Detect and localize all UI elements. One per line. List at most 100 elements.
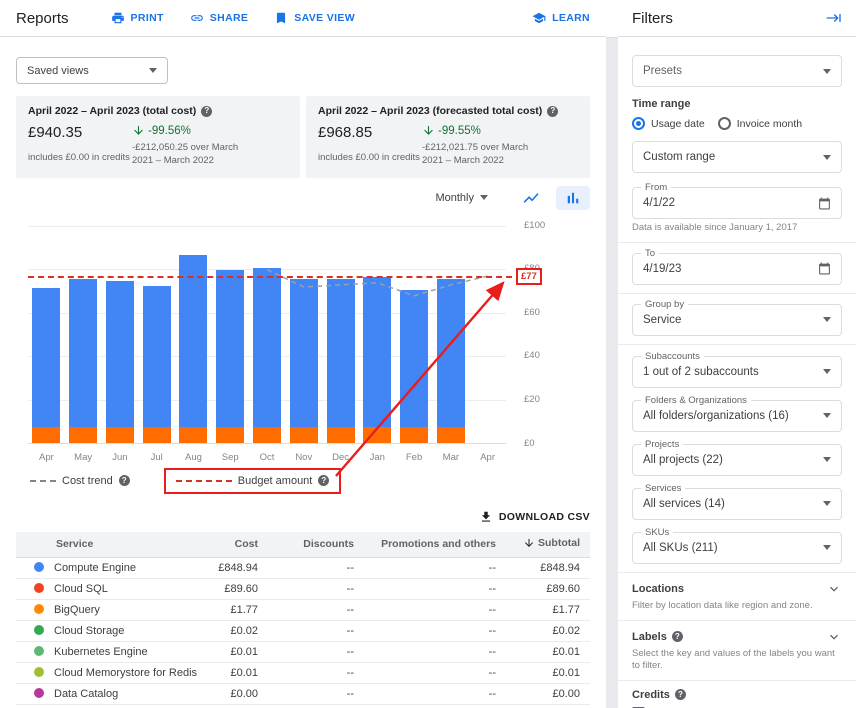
chart-bar-sep-5[interactable] xyxy=(216,270,244,442)
saved-views-select[interactable]: Saved views xyxy=(16,57,168,84)
help-icon[interactable] xyxy=(201,106,212,117)
promotions-column-header[interactable]: Promotions and others xyxy=(364,532,506,558)
save-view-label: SAVE VIEW xyxy=(294,12,355,24)
invoice-month-radio[interactable]: Invoice month xyxy=(718,117,802,130)
chart-bar-nov-7[interactable] xyxy=(290,279,318,442)
service-column-header[interactable]: Service xyxy=(16,532,206,558)
skus-label: SKUs xyxy=(641,526,673,539)
panel-divider xyxy=(606,0,618,708)
folders-organizations-select[interactable]: Folders & Organizations All folders/orga… xyxy=(632,400,842,432)
filters-header: Filters xyxy=(618,0,856,37)
interval-select[interactable]: Monthly xyxy=(435,192,488,204)
from-date-field[interactable]: From 4/1/22 xyxy=(632,187,842,219)
help-icon[interactable] xyxy=(318,475,329,486)
table-row[interactable]: Cloud SQL £89.60 -- -- £89.60 xyxy=(16,579,590,600)
chart-bar-jun-2[interactable] xyxy=(106,281,134,442)
projects-select[interactable]: Projects All projects (22) xyxy=(632,444,842,476)
calendar-icon[interactable] xyxy=(818,197,831,210)
legend-budget-amount[interactable]: Budget amount xyxy=(164,468,342,494)
x-tick-label: Sep xyxy=(211,452,249,463)
trend-down-icon xyxy=(132,124,145,137)
x-tick-label: Oct xyxy=(248,452,286,463)
locations-section-toggle[interactable]: Locations xyxy=(632,581,842,597)
card-title: April 2022 – April 2023 (forecasted tota… xyxy=(318,105,542,117)
help-icon[interactable] xyxy=(675,689,686,700)
bar-segment-blue xyxy=(437,279,465,427)
chart-bar-oct-6[interactable] xyxy=(253,268,281,442)
credits-note: includes £0.00 in credits xyxy=(318,152,422,163)
chevron-down-icon xyxy=(480,195,488,200)
x-tick-label: Jan xyxy=(358,452,396,463)
table-row[interactable]: Cloud Storage £0.02 -- -- £0.02 xyxy=(16,621,590,642)
budget-line-sample xyxy=(176,480,232,482)
chevron-down-icon xyxy=(823,413,831,418)
chart-bar-aug-4[interactable] xyxy=(179,255,207,442)
print-button[interactable]: PRINT xyxy=(111,11,164,25)
service-color-dot xyxy=(34,646,44,656)
chart-x-axis: AprMayJunJulAugSepOctNovDecJanFebMarApr xyxy=(28,452,506,465)
chart-bar-dec-8[interactable] xyxy=(327,279,355,442)
help-icon[interactable] xyxy=(119,475,130,486)
labels-section-toggle[interactable]: Labels xyxy=(632,629,842,645)
chart-bar-jul-3[interactable] xyxy=(143,286,171,443)
table-row[interactable]: Compute Engine £848.94 -- -- £848.94 xyxy=(16,558,590,579)
skus-select[interactable]: SKUs All SKUs (211) xyxy=(632,532,842,564)
table-row[interactable]: Data Catalog £0.00 -- -- £0.00 xyxy=(16,684,590,705)
card-title: April 2022 – April 2023 (total cost) xyxy=(28,105,196,117)
print-icon xyxy=(111,11,125,25)
calendar-icon[interactable] xyxy=(818,262,831,275)
time-range-radios: Usage date Invoice month xyxy=(632,117,842,130)
page-title: Reports xyxy=(16,10,69,27)
cost-cell: £0.02 xyxy=(206,621,268,642)
chart-bar-feb-10[interactable] xyxy=(400,290,428,443)
legend-cost-trend[interactable]: Cost trend xyxy=(30,475,130,487)
help-icon[interactable] xyxy=(547,106,558,117)
chart-bar-jan-9[interactable] xyxy=(363,277,391,443)
save-view-button[interactable]: SAVE VIEW xyxy=(274,11,355,25)
saved-views-label: Saved views xyxy=(27,65,149,77)
help-icon[interactable] xyxy=(672,631,683,642)
learn-button[interactable]: LEARN xyxy=(532,11,590,25)
chart-bar-mar-11[interactable] xyxy=(437,279,465,442)
to-value: 4/19/23 xyxy=(643,263,818,275)
discounts-cell: -- xyxy=(268,621,364,642)
promotions-cell: -- xyxy=(364,600,506,621)
subtotal-cell: £1.77 xyxy=(506,600,590,621)
services-select[interactable]: Services All services (14) xyxy=(632,488,842,520)
service-color-dot xyxy=(34,667,44,677)
download-csv-button[interactable]: DOWNLOAD CSV xyxy=(479,510,590,524)
bar-chart-toggle[interactable] xyxy=(556,186,590,210)
promotions-cell: -- xyxy=(364,684,506,705)
bar-segment-orange xyxy=(290,427,318,442)
line-chart-toggle[interactable] xyxy=(514,186,548,210)
chart-bar-apr-0[interactable] xyxy=(32,288,60,443)
subtotal-column-header[interactable]: Subtotal xyxy=(506,532,590,558)
cost-cell: £0.00 xyxy=(206,684,268,705)
chart-bar-may-1[interactable] xyxy=(69,279,97,442)
chart-y-axis: £77 £0£20£40£60£80£100 xyxy=(514,226,566,444)
cost-cell: £89.60 xyxy=(206,579,268,600)
interval-value: Monthly xyxy=(435,192,474,204)
to-date-field[interactable]: To 4/19/23 xyxy=(632,253,842,285)
presets-select[interactable]: Presets xyxy=(632,55,842,87)
labels-helper-text: Select the key and values of the labels … xyxy=(632,648,842,672)
table-row[interactable]: BigQuery £1.77 -- -- £1.77 xyxy=(16,600,590,621)
range-type-select[interactable]: Custom range xyxy=(632,141,842,173)
chevron-down-icon xyxy=(823,501,831,506)
service-color-dot xyxy=(34,583,44,593)
group-by-select[interactable]: Group by Service xyxy=(632,304,842,336)
subaccounts-select[interactable]: Subaccounts 1 out of 2 subaccounts xyxy=(632,356,842,388)
table-row[interactable]: Kubernetes Engine £0.01 -- -- £0.01 xyxy=(16,642,590,663)
bar-segment-blue xyxy=(32,288,60,428)
promotions-cell: -- xyxy=(364,642,506,663)
table-row[interactable]: Cloud Memorystore for Redis £0.01 -- -- … xyxy=(16,663,590,684)
credits-section[interactable]: Credits xyxy=(632,689,842,701)
radio-selected-icon xyxy=(632,117,645,130)
cost-column-header[interactable]: Cost xyxy=(206,532,268,558)
share-button[interactable]: SHARE xyxy=(190,11,249,25)
collapse-panel-button[interactable] xyxy=(824,8,844,28)
credits-label: Credits xyxy=(632,689,670,701)
discounts-column-header[interactable]: Discounts xyxy=(268,532,364,558)
x-tick-label: Feb xyxy=(395,452,433,463)
usage-date-radio[interactable]: Usage date xyxy=(632,117,705,130)
